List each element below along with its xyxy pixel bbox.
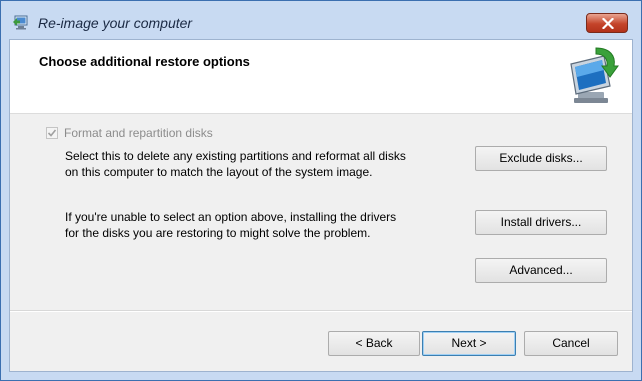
- exclude-disks-button[interactable]: Exclude disks...: [475, 146, 607, 171]
- page-title: Choose additional restore options: [39, 54, 250, 69]
- advanced-button[interactable]: Advanced...: [475, 258, 607, 283]
- checkmark-icon: [47, 129, 57, 137]
- format-disks-checkbox[interactable]: [46, 127, 58, 139]
- cancel-button[interactable]: Cancel: [524, 331, 618, 356]
- install-drivers-button[interactable]: Install drivers...: [475, 210, 607, 235]
- format-disks-label: Format and repartition disks: [64, 126, 213, 140]
- dialog-body: Choose additional restore options Format…: [9, 39, 633, 372]
- window-title: Re-image your computer: [38, 15, 193, 31]
- format-description: Select this to delete any existing parti…: [65, 148, 406, 180]
- close-button[interactable]: [586, 13, 628, 33]
- back-button[interactable]: < Back: [328, 331, 420, 356]
- computer-restore-icon: [566, 46, 622, 106]
- restore-computer-icon: [12, 13, 30, 31]
- drivers-description-line: for the disks you are restoring to might…: [65, 226, 371, 240]
- reimage-dialog: Re-image your computer Choose additional…: [0, 0, 642, 381]
- header-panel: Choose additional restore options: [10, 40, 632, 114]
- drivers-description: If you're unable to select an option abo…: [65, 209, 396, 241]
- format-description-line: on this computer to match the layout of …: [65, 165, 373, 179]
- format-description-line: Select this to delete any existing parti…: [65, 149, 406, 163]
- drivers-description-line: If you're unable to select an option abo…: [65, 210, 397, 224]
- footer-divider: [10, 310, 632, 312]
- close-icon: [602, 18, 614, 29]
- next-button[interactable]: Next >: [422, 331, 516, 356]
- title-bar[interactable]: Re-image your computer: [1, 1, 641, 39]
